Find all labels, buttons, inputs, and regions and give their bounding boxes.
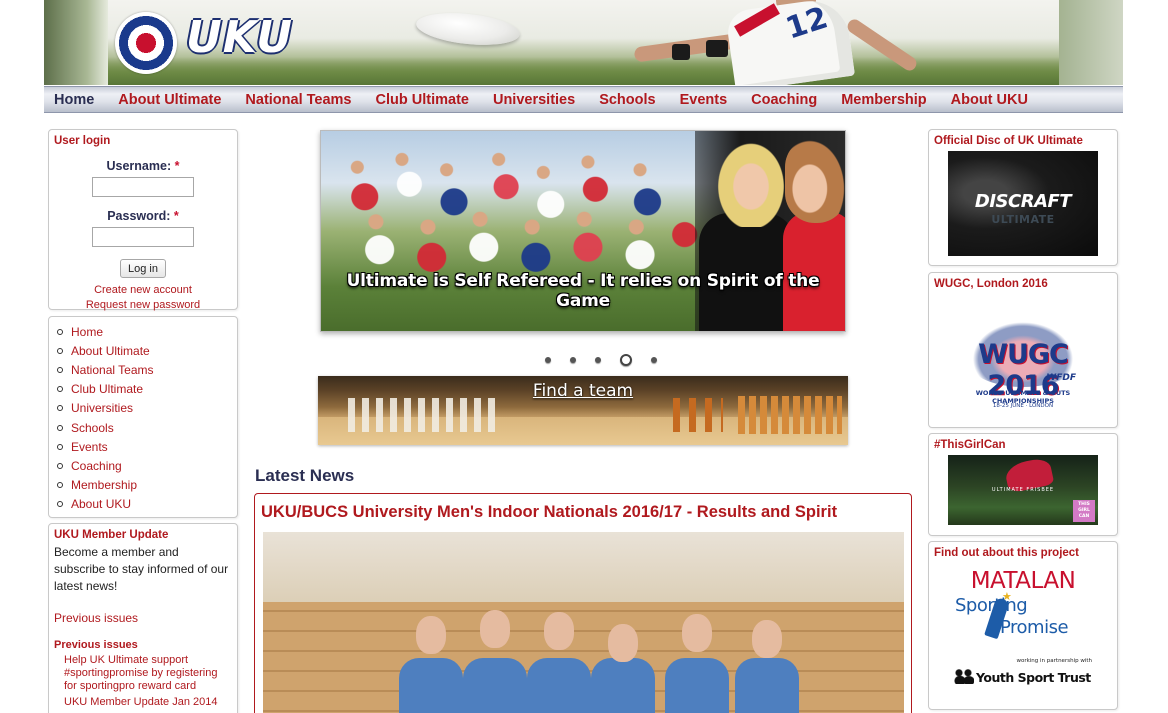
slideshow-pager xyxy=(545,354,676,366)
bullet-icon xyxy=(57,405,63,412)
sporting-promise-block: Find out about this project MATALAN Spor… xyxy=(928,541,1118,710)
member-update-title: UKU Member Update xyxy=(54,529,169,541)
sidebar-item-label: Club Ultimate xyxy=(71,382,144,397)
username-label: Username: * xyxy=(106,159,180,173)
main-nav: Home About Ultimate National Teams Club Ult… xyxy=(44,86,1123,113)
username-input[interactable] xyxy=(92,177,194,197)
slideshow-dot[interactable] xyxy=(620,354,632,366)
sidebar-item-coaching[interactable]: Coaching xyxy=(57,456,237,475)
create-account-link[interactable]: Create new account xyxy=(49,284,237,296)
bullet-icon xyxy=(57,328,63,335)
sidebar-item-home[interactable]: Home xyxy=(57,322,237,341)
youth-sport-trust-icon xyxy=(954,668,974,684)
news-article: UKU/BUCS University Men's Indoor Nationa… xyxy=(254,493,912,713)
slideshow-dot[interactable] xyxy=(651,357,657,363)
sidebar-item-label: Membership xyxy=(71,478,138,493)
sidebar-item-label: About UKU xyxy=(71,497,132,512)
wugc-logo-image[interactable]: WUGC 2016 WFDF WORLD ULTIMATE & GUTS CHA… xyxy=(948,297,1098,422)
find-a-team-banner[interactable]: Find a team xyxy=(318,376,848,445)
previous-issues-link[interactable]: Previous issues xyxy=(54,611,237,625)
sidebar-item-label: About Ultimate xyxy=(71,343,150,358)
sporting-promise-image[interactable]: MATALAN Sporting ★ Promise working in pa… xyxy=(948,564,1098,700)
nav-item-home[interactable]: Home xyxy=(54,92,94,108)
article-title-link[interactable]: UKU/BUCS University Men's Indoor Nationa… xyxy=(261,503,911,522)
password-input[interactable] xyxy=(92,227,194,247)
slideshow-dot[interactable] xyxy=(595,357,601,363)
bullet-icon xyxy=(57,366,63,373)
discraft-logo: DISCRAFT xyxy=(974,191,1072,212)
previous-issues-heading: Previous issues xyxy=(54,639,138,651)
nav-item-national-teams[interactable]: National Teams xyxy=(245,92,351,108)
sidebar-item-national-teams[interactable]: National Teams xyxy=(57,360,237,379)
uku-logo-text[interactable]: UKU xyxy=(186,12,293,63)
bullet-icon xyxy=(57,462,63,469)
nav-item-coaching[interactable]: Coaching xyxy=(751,92,817,108)
sidebar-item-club-ultimate[interactable]: Club Ultimate xyxy=(57,380,237,399)
official-disc-title: Official Disc of UK Ultimate xyxy=(934,135,1083,147)
sporting-promise-title: Find out about this project xyxy=(934,547,1080,559)
sidebar-item-label: Home xyxy=(71,324,104,339)
request-password-link[interactable]: Request new password xyxy=(49,299,237,311)
latest-news-heading: Latest News xyxy=(255,466,355,485)
sidebar-item-label: Universities xyxy=(71,401,134,416)
find-a-team-link[interactable]: Find a team xyxy=(318,381,848,401)
nav-item-about-ultimate[interactable]: About Ultimate xyxy=(118,92,221,108)
sidebar-item-about-ultimate[interactable]: About Ultimate xyxy=(57,341,237,360)
user-login-title: User login xyxy=(54,135,111,147)
sidebar-item-label: Events xyxy=(71,439,108,454)
wugc-title: WUGC, London 2016 xyxy=(934,278,1048,290)
this-girl-can-image[interactable]: ULTIMATE FRISBEE THIS GIRL CAN xyxy=(948,455,1098,525)
bullet-icon xyxy=(57,424,63,431)
sidebar-menu: Home About Ultimate National Teams Club Ult… xyxy=(48,316,238,518)
sidebar-item-label: Schools xyxy=(71,420,114,435)
bullet-icon xyxy=(57,386,63,393)
this-girl-can-title: #ThisGirlCan xyxy=(934,439,1006,451)
uku-roundel-logo-icon[interactable] xyxy=(115,12,177,74)
wugc-block: WUGC, London 2016 WUGC 2016 WFDF WORLD U… xyxy=(928,272,1118,428)
password-label: Password: * xyxy=(107,209,179,223)
bullet-icon xyxy=(57,482,63,489)
header-banner: UKU 12 xyxy=(44,0,1123,85)
member-update-text: Become a member and subscribe to stay in… xyxy=(54,545,229,593)
nav-item-events[interactable]: Events xyxy=(680,92,728,108)
slideshow-image[interactable]: Ultimate is Self Refereed - It relies on… xyxy=(320,130,846,332)
sidebar-item-events[interactable]: Events xyxy=(57,437,237,456)
article-team-photo[interactable] xyxy=(263,532,904,713)
sidebar-item-label: National Teams xyxy=(71,362,154,377)
user-login-block: User login Username: * Password: * Log i… xyxy=(48,129,238,311)
sidebar-item-universities[interactable]: Universities xyxy=(57,399,237,418)
nav-item-schools[interactable]: Schools xyxy=(599,92,655,108)
nav-item-club-ultimate[interactable]: Club Ultimate xyxy=(376,92,469,108)
nav-item-about-uku[interactable]: About UKU xyxy=(951,92,1028,108)
slideshow-dot[interactable] xyxy=(570,357,576,363)
nav-item-membership[interactable]: Membership xyxy=(841,92,926,108)
slideshow-caption: Ultimate is Self Refereed - It relies on… xyxy=(346,271,820,311)
official-disc-block: Official Disc of UK Ultimate DISCRAFT UL… xyxy=(928,129,1118,266)
bullet-icon xyxy=(57,347,63,354)
log-in-button[interactable]: Log in xyxy=(120,259,166,278)
sidebar-item-membership[interactable]: Membership xyxy=(57,476,237,495)
sidebar-item-schools[interactable]: Schools xyxy=(57,418,237,437)
sidebar-item-label: Coaching xyxy=(71,458,122,473)
slideshow-dot[interactable] xyxy=(545,357,551,363)
nav-item-universities[interactable]: Universities xyxy=(493,92,575,108)
issue-link[interactable]: UKU Member Update Jan 2014 xyxy=(64,696,231,709)
sidebar-item-about-uku[interactable]: About UKU xyxy=(57,495,237,514)
member-update-block: UKU Member Update Become a member and su… xyxy=(48,523,238,713)
this-girl-can-block: #ThisGirlCan ULTIMATE FRISBEE THIS GIRL … xyxy=(928,433,1118,536)
discraft-ad-image[interactable]: DISCRAFT ULTIMATE xyxy=(948,151,1098,256)
banner-player-image: 12 xyxy=(633,0,974,85)
bullet-icon xyxy=(57,443,63,450)
this-girl-can-badge-icon: THIS GIRL CAN xyxy=(1073,500,1095,522)
issue-link[interactable]: Help UK Ultimate support #sportingpromis… xyxy=(64,654,231,693)
bullet-icon xyxy=(57,501,63,508)
